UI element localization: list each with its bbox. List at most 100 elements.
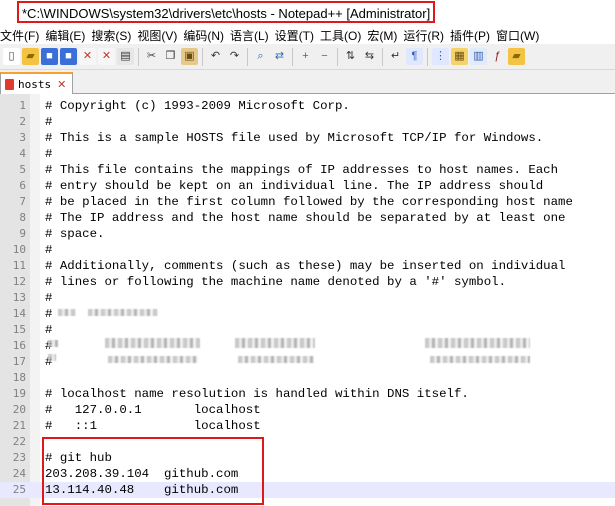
editor-line[interactable]: 9 # space. xyxy=(0,226,615,242)
copy-icon[interactable]: ❐ xyxy=(162,48,179,65)
line-text: # lines or following the machine name de… xyxy=(45,275,507,289)
blurred-text xyxy=(108,356,198,363)
editor-line[interactable]: 13 # xyxy=(0,290,615,306)
paste-icon[interactable]: ▣ xyxy=(181,48,198,65)
language-icon[interactable]: ▦ xyxy=(451,48,468,65)
line-text: # xyxy=(45,307,53,321)
menu-item[interactable]: 语言(L) xyxy=(230,27,273,44)
line-text: # entry should be kept on an individual … xyxy=(45,179,544,193)
save-all-icon[interactable]: ■ xyxy=(60,48,77,65)
line-number: 8 xyxy=(19,211,26,224)
line-number: 15 xyxy=(12,323,26,336)
toolbar-separator xyxy=(292,47,293,66)
modified-file-icon xyxy=(5,78,14,90)
blurred-text xyxy=(58,309,76,316)
new-file-icon[interactable]: ▯ xyxy=(3,48,20,65)
sync-horizontal-icon[interactable]: ⇆ xyxy=(361,48,378,65)
close-tab-icon[interactable]: ✕ xyxy=(57,78,66,91)
toolbar-separator xyxy=(337,47,338,66)
menu-bar: 文件(F) 编辑(E) 搜索(S) 视图(V) 编码(N) 语言(L) 设置(T) 工具(O)… xyxy=(0,26,615,44)
blurred-text xyxy=(48,340,58,347)
doc-map-icon[interactable]: ▥ xyxy=(470,48,487,65)
show-all-chars-icon[interactable]: ¶ xyxy=(406,48,423,65)
title-bar: *C:\WINDOWS\system32\drivers\etc\hosts -… xyxy=(0,0,615,26)
menu-item[interactable]: 工具(O) xyxy=(320,27,365,44)
editor-line[interactable]: 3 # This is a sample HOSTS file used by M… xyxy=(0,130,615,146)
tab-label: hosts xyxy=(18,77,52,91)
blurred-text xyxy=(425,338,530,348)
line-number: 2 xyxy=(19,115,26,128)
close-all-icon[interactable]: ✕ xyxy=(98,48,115,65)
line-text: # xyxy=(45,323,53,337)
editor[interactable]: 1 # Copyright (c) 1993-2009 Microsoft Cor… xyxy=(0,94,615,506)
menu-item[interactable]: 运行(R) xyxy=(403,27,448,44)
toolbar-separator xyxy=(382,47,383,66)
line-number: 25 xyxy=(12,483,26,496)
line-text: # ::1 localhost xyxy=(45,419,261,433)
menu-item[interactable]: 文件(F) xyxy=(0,27,43,44)
line-text: # space. xyxy=(45,227,105,241)
editor-line[interactable]: 11 # Additionally, comments (such as thes… xyxy=(0,258,615,274)
line-number: 9 xyxy=(19,227,26,240)
cut-icon[interactable]: ✂ xyxy=(143,48,160,65)
print-icon[interactable]: ▤ xyxy=(117,48,134,65)
redo-icon[interactable]: ↷ xyxy=(226,48,243,65)
line-text: # be placed in the first column followed… xyxy=(45,195,573,209)
editor-line[interactable]: 5 # This file contains the mappings of IP… xyxy=(0,162,615,178)
line-number: 3 xyxy=(19,131,26,144)
editor-line[interactable]: 1 # Copyright (c) 1993-2009 Microsoft Cor… xyxy=(0,98,615,114)
menu-item[interactable]: 搜索(S) xyxy=(91,27,135,44)
line-number: 21 xyxy=(12,419,26,432)
line-text: # 127.0.0.1 localhost xyxy=(45,403,261,417)
menu-item[interactable]: 设置(T) xyxy=(275,27,318,44)
editor-line[interactable]: 4 # xyxy=(0,146,615,162)
editor-line[interactable]: 7 # be placed in the first column followe… xyxy=(0,194,615,210)
line-number: 11 xyxy=(12,259,26,272)
menu-item[interactable]: 宏(M) xyxy=(367,27,401,44)
tab-hosts[interactable]: hosts ✕ xyxy=(0,72,74,94)
save-icon[interactable]: ■ xyxy=(41,48,58,65)
editor-line[interactable]: 10 # xyxy=(0,242,615,258)
blurred-text xyxy=(105,338,200,348)
line-number: 23 xyxy=(12,451,26,464)
menu-item[interactable]: 窗口(W) xyxy=(496,27,543,44)
replace-icon[interactable]: ⇄ xyxy=(271,48,288,65)
folder-workspace-icon[interactable]: ▰ xyxy=(508,48,525,65)
menu-item[interactable]: 视图(V) xyxy=(137,27,181,44)
line-number: 17 xyxy=(12,355,26,368)
zoom-in-icon[interactable]: + xyxy=(297,48,314,65)
editor-line[interactable]: 6 # entry should be kept on an individual… xyxy=(0,178,615,194)
line-number: 1 xyxy=(19,99,26,112)
editor-line[interactable]: 15 # xyxy=(0,322,615,338)
line-text: # Additionally, comments (such as these)… xyxy=(45,259,566,273)
editor-line[interactable]: 21 # ::1 localhost xyxy=(0,418,615,434)
editor-line[interactable]: 19 # localhost name resolution is handled… xyxy=(0,386,615,402)
tab-bar: hosts ✕ xyxy=(0,70,615,94)
editor-line[interactable]: 8 # The IP address and the host name shou… xyxy=(0,210,615,226)
sync-vertical-icon[interactable]: ⇅ xyxy=(342,48,359,65)
function-list-icon[interactable]: ƒ xyxy=(489,48,506,65)
menu-item[interactable]: 插件(P) xyxy=(450,27,494,44)
zoom-out-icon[interactable]: − xyxy=(316,48,333,65)
menu-item[interactable]: 编辑(E) xyxy=(45,27,89,44)
undo-icon[interactable]: ↶ xyxy=(207,48,224,65)
blurred-text xyxy=(238,356,314,363)
editor-line[interactable]: 20 # 127.0.0.1 localhost xyxy=(0,402,615,418)
word-wrap-icon[interactable]: ↵ xyxy=(387,48,404,65)
line-number: 13 xyxy=(12,291,26,304)
editor-line[interactable]: 2 # xyxy=(0,114,615,130)
open-file-icon[interactable]: ▰ xyxy=(22,48,39,65)
line-number: 14 xyxy=(12,307,26,320)
line-number: 5 xyxy=(19,163,26,176)
line-number: 12 xyxy=(12,275,26,288)
line-text: # xyxy=(45,291,53,305)
close-icon[interactable]: ✕ xyxy=(79,48,96,65)
find-icon[interactable]: ⌕ xyxy=(252,48,269,65)
indent-guide-icon[interactable]: ⋮ xyxy=(432,48,449,65)
editor-line[interactable]: 12 # lines or following the machine name … xyxy=(0,274,615,290)
menu-item[interactable]: 编码(N) xyxy=(183,27,228,44)
line-text: # This file contains the mappings of IP … xyxy=(45,163,559,177)
line-text: # The IP address and the host name shoul… xyxy=(45,211,566,225)
line-number: 22 xyxy=(12,435,26,448)
editor-line[interactable]: 18 xyxy=(0,370,615,386)
